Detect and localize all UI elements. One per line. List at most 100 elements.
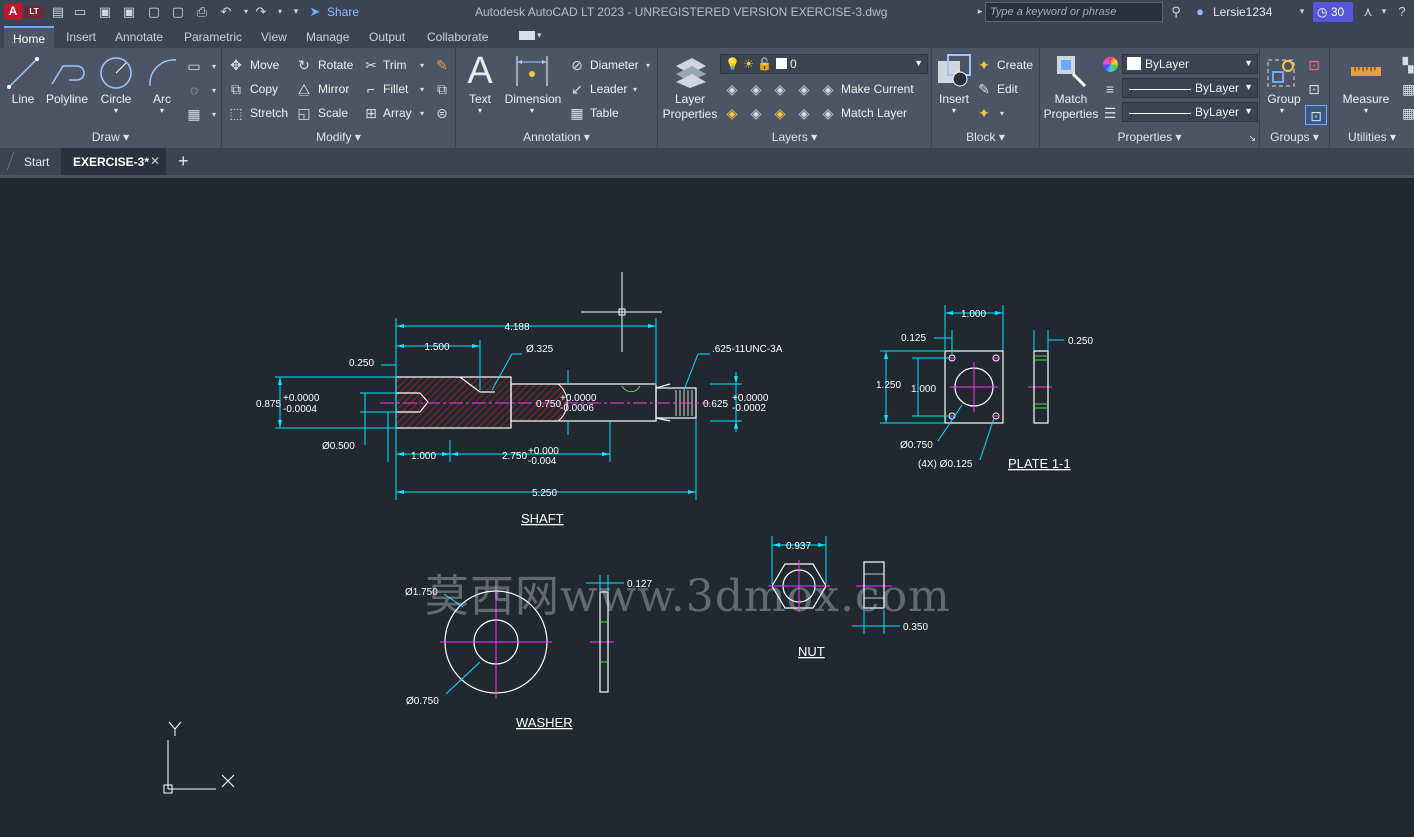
measure-button[interactable]: Measure: [1338, 92, 1394, 106]
layer-off-icon[interactable]: ◈: [724, 82, 740, 96]
ribbon-minimize-icon[interactable]: [519, 31, 535, 40]
user-icon[interactable]: ●: [1192, 3, 1208, 20]
text-icon[interactable]: A: [467, 50, 493, 93]
diameter-button[interactable]: Diameter: [590, 58, 639, 72]
app-dropdown-icon[interactable]: ▾: [1376, 3, 1392, 20]
search-input[interactable]: Type a keyword or phrase: [985, 2, 1163, 22]
rectangle-icon[interactable]: ▭: [186, 59, 202, 73]
explode-icon[interactable]: ⧉: [434, 82, 450, 96]
make-current-button[interactable]: Make Current: [841, 82, 914, 96]
save-to-web-icon[interactable]: ▢: [170, 3, 186, 20]
offset-icon[interactable]: ⊜: [434, 106, 450, 120]
search-icon[interactable]: ⚲: [1168, 3, 1184, 20]
layers-panel-title[interactable]: Layers ▾: [658, 130, 931, 144]
stretch-button[interactable]: Stretch: [250, 106, 288, 120]
match-properties-icon[interactable]: [1055, 54, 1087, 88]
tab-output[interactable]: Output: [369, 30, 405, 44]
share-button[interactable]: Share: [327, 5, 359, 19]
circle-button[interactable]: Circle: [98, 92, 134, 106]
annotation-panel-title[interactable]: Annotation ▾: [456, 130, 657, 144]
group-selection-toggle-icon[interactable]: ⊡: [1305, 105, 1327, 125]
shaft-drawing[interactable]: 4.188 1.500 Ø.325 .625-11UNC-3A 0.250 0.…: [256, 318, 783, 526]
array-dropdown-icon[interactable]: ▾: [414, 107, 430, 121]
insert-dropdown-icon[interactable]: ▾: [946, 106, 962, 115]
hatch-dropdown-icon[interactable]: ▾: [206, 84, 222, 98]
new-tab-button[interactable]: +: [178, 151, 189, 172]
save-icon[interactable]: ▣: [97, 3, 113, 20]
layer-properties-icon[interactable]: [672, 54, 708, 88]
measure-dropdown-icon[interactable]: ▾: [1358, 106, 1374, 115]
polyline-button[interactable]: Polyline: [44, 92, 90, 106]
arc-button[interactable]: Arc: [147, 92, 177, 106]
autodesk-app-icon[interactable]: ⋏: [1360, 3, 1376, 20]
group-edit-icon[interactable]: ⊡: [1306, 82, 1322, 96]
insert-button[interactable]: Insert: [934, 92, 974, 106]
insert-block-icon[interactable]: [936, 53, 972, 89]
tab-insert[interactable]: Insert: [66, 30, 96, 44]
block-panel-title[interactable]: Block ▾: [932, 130, 1039, 144]
layer-unisolate-icon[interactable]: ◈: [748, 106, 764, 120]
boundary-dropdown-icon[interactable]: ▾: [206, 108, 222, 122]
save-as-icon[interactable]: ▣: [121, 3, 137, 20]
redo-dropdown-icon[interactable]: ▾: [272, 3, 288, 20]
user-name[interactable]: Lersie1234: [1213, 5, 1272, 19]
table-button[interactable]: Table: [590, 106, 619, 120]
tab-home[interactable]: Home: [4, 26, 55, 48]
tab-collaborate[interactable]: Collaborate: [427, 30, 488, 44]
match-properties-button[interactable]: Match Properties: [1040, 92, 1102, 122]
open-from-web-icon[interactable]: ▢: [146, 3, 162, 20]
text-button[interactable]: Text: [464, 92, 496, 106]
mirror-button[interactable]: Mirror: [318, 82, 349, 96]
help-icon[interactable]: ?: [1394, 3, 1410, 20]
start-tab[interactable]: Start: [24, 155, 49, 169]
new-file-icon[interactable]: ▤: [50, 3, 66, 20]
group-icon[interactable]: [1266, 56, 1298, 88]
trial-badge[interactable]: ◷ 30: [1313, 2, 1353, 22]
undo-icon[interactable]: ↶: [218, 3, 234, 20]
circle-dropdown-icon[interactable]: ▾: [108, 106, 124, 115]
fillet-button[interactable]: Fillet: [383, 82, 408, 96]
layer-unlock-all-icon[interactable]: ◈: [796, 106, 812, 120]
undo-dropdown-icon[interactable]: ▾: [238, 3, 254, 20]
drawing-area[interactable]: 4.188 1.500 Ø.325 .625-11UNC-3A 0.250 0.…: [0, 175, 1414, 837]
group-button[interactable]: Group: [1262, 92, 1306, 106]
match-layer-button[interactable]: Match Layer: [841, 106, 907, 120]
tab-annotate[interactable]: Annotate: [115, 30, 163, 44]
fillet-dropdown-icon[interactable]: ▾: [414, 83, 430, 97]
copy-button[interactable]: Copy: [250, 82, 278, 96]
layer-thaw-all-icon[interactable]: ◈: [772, 106, 788, 120]
create-block-button[interactable]: Create: [997, 58, 1033, 72]
tab-parametric[interactable]: Parametric: [184, 30, 242, 44]
layer-dropdown[interactable]: 💡 ☀ 🔓 0 ▼: [720, 54, 928, 74]
open-folder-icon[interactable]: ▭: [72, 3, 88, 20]
drawing-svg[interactable]: 4.188 1.500 Ø.325 .625-11UNC-3A 0.250 0.…: [0, 178, 1414, 837]
move-button[interactable]: Move: [250, 58, 279, 72]
block-attributes-icon[interactable]: ✦: [976, 106, 992, 120]
layer-on-all-icon[interactable]: ◈: [724, 106, 740, 120]
color-dropdown[interactable]: ByLayer ▼: [1122, 54, 1258, 74]
close-tab-icon[interactable]: ✕: [150, 154, 160, 168]
properties-panel-title[interactable]: Properties ▾: [1040, 130, 1259, 144]
layer-properties-button[interactable]: Layer Properties: [660, 92, 720, 122]
arc-icon[interactable]: [146, 56, 180, 90]
group-dropdown-icon[interactable]: ▾: [1274, 106, 1290, 115]
modify-panel-title[interactable]: Modify ▾: [222, 130, 455, 144]
edit-block-button[interactable]: Edit: [997, 82, 1018, 96]
leader-button[interactable]: Leader: [590, 82, 627, 96]
groups-panel-title[interactable]: Groups ▾: [1260, 130, 1329, 144]
layer-isolate-icon[interactable]: ◈: [748, 82, 764, 96]
tab-manage[interactable]: Manage: [306, 30, 349, 44]
plate-drawing[interactable]: 1.000 0.125 1.250 1.000 Ø0.750 (4X) Ø0.1…: [876, 305, 1093, 471]
arc-dropdown-icon[interactable]: ▾: [154, 106, 170, 115]
lineweight-dropdown[interactable]: ByLayer ▼: [1122, 78, 1258, 98]
dimension-dropdown-icon[interactable]: ▾: [524, 106, 540, 115]
polyline-icon[interactable]: [49, 56, 85, 90]
ribbon-minimize-dropdown-icon[interactable]: ▾: [537, 30, 542, 41]
line-button[interactable]: Line: [8, 92, 38, 106]
scale-button[interactable]: Scale: [318, 106, 348, 120]
ungroup-icon[interactable]: ⊡: [1306, 58, 1322, 72]
rotate-button[interactable]: Rotate: [318, 58, 353, 72]
customize-qat-icon[interactable]: ▾: [288, 3, 304, 20]
dimension-button[interactable]: Dimension: [502, 92, 564, 106]
utilities-panel-title[interactable]: Utilities ▾: [1330, 130, 1414, 144]
